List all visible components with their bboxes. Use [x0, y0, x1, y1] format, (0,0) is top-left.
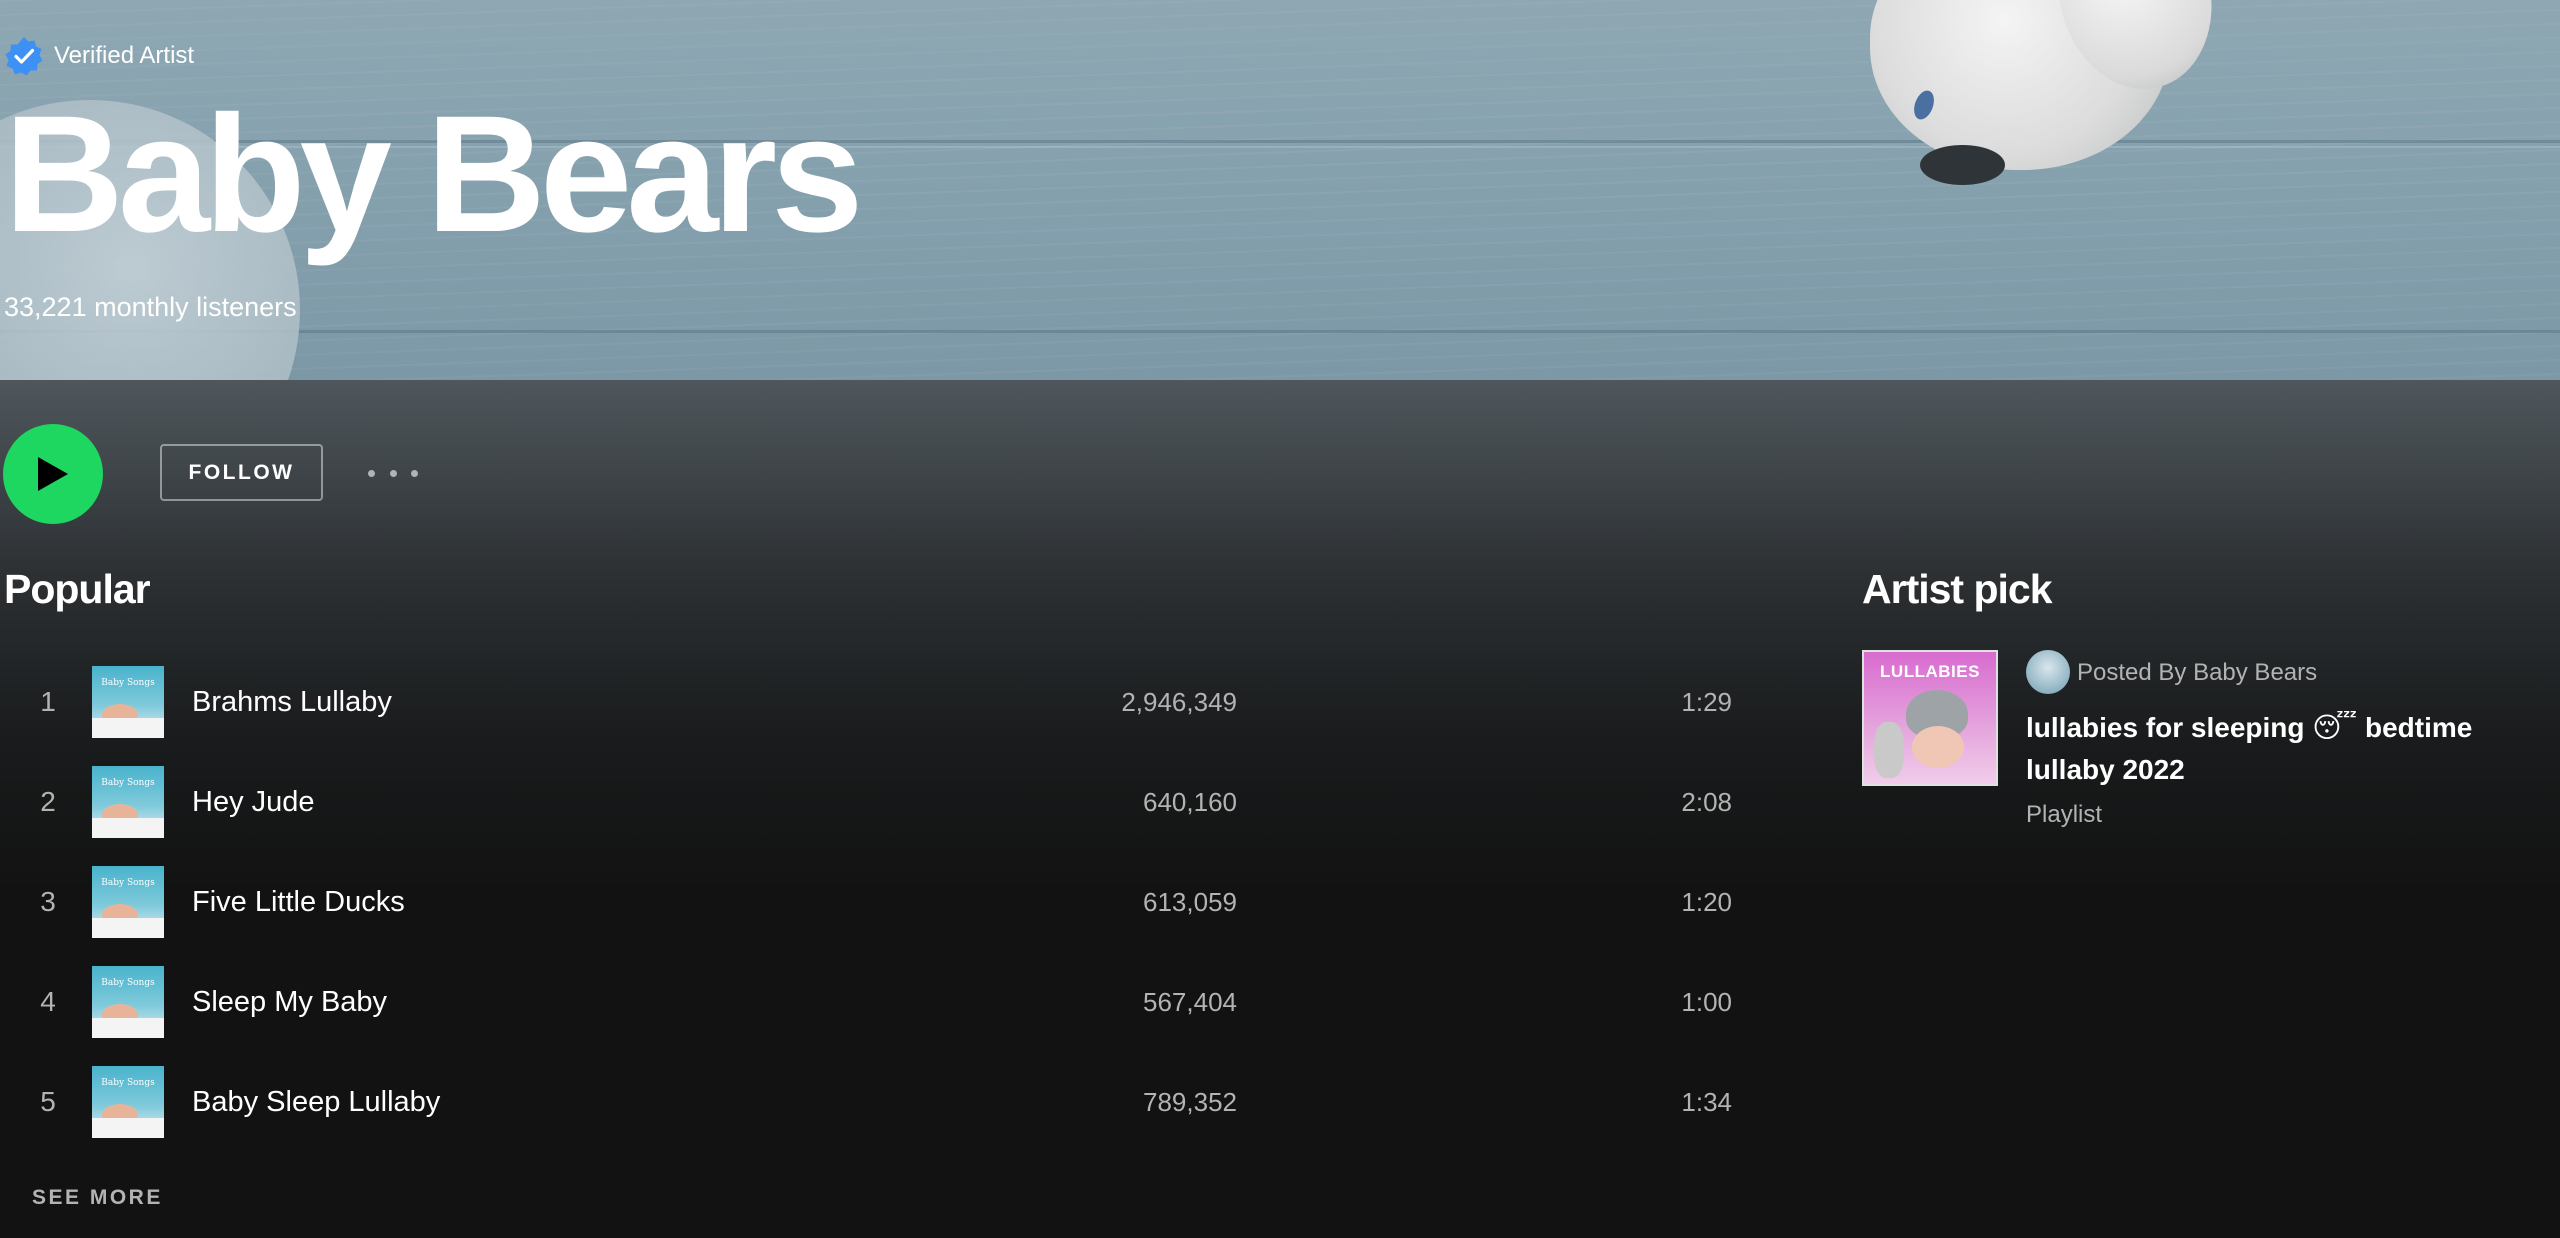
- track-row[interactable]: 5 Baby Songs Baby Sleep Lullaby 789,352 …: [0, 1052, 1760, 1152]
- cover-face: [1912, 726, 1964, 768]
- cover-text: Baby Songs: [101, 1078, 155, 1088]
- track-play-count: 640,160: [1143, 786, 1237, 817]
- track-number: 1: [40, 686, 56, 717]
- track-duration: 1:20: [1681, 886, 1732, 917]
- more-options-icon[interactable]: [368, 462, 418, 484]
- cover-text: Baby Songs: [101, 878, 155, 888]
- avatar: [2026, 650, 2070, 694]
- track-cover-art: Baby Songs: [92, 666, 164, 738]
- popular-heading: Popular: [4, 566, 151, 612]
- track-row[interactable]: 1 Baby Songs Brahms Lullaby 2,946,349 1:…: [0, 652, 1760, 752]
- cover-pillow: [92, 718, 164, 738]
- cover-text: LULLABIES: [1880, 662, 1980, 681]
- cover-pillow: [92, 918, 164, 938]
- track-play-count: 2,946,349: [1121, 686, 1237, 717]
- cover-text: Baby Songs: [101, 678, 155, 688]
- artist-pick-posted-by: Posted By Baby Bears: [2077, 659, 2318, 686]
- track-title[interactable]: Hey Jude: [192, 786, 315, 819]
- track-title[interactable]: Brahms Lullaby: [192, 686, 392, 719]
- cover-pillow: [92, 1118, 164, 1138]
- artist-header-banner: Verified Artist Baby Bears 33,221 monthl…: [0, 0, 2560, 380]
- track-number: 3: [40, 886, 56, 917]
- popular-track-list: 1 Baby Songs Brahms Lullaby 2,946,349 1:…: [0, 652, 1760, 1152]
- play-button[interactable]: [3, 424, 103, 524]
- cover-text: Baby Songs: [101, 778, 155, 788]
- monthly-listeners: 33,221 monthly listeners: [4, 292, 297, 322]
- track-title[interactable]: Five Little Ducks: [192, 886, 405, 919]
- cover-pillow: [92, 1018, 164, 1038]
- track-row[interactable]: 3 Baby Songs Five Little Ducks 613,059 1…: [0, 852, 1760, 952]
- artist-pick-cover[interactable]: LULLABIES: [1862, 650, 1998, 786]
- verified-badge-icon: [5, 37, 43, 76]
- track-cover-art: Baby Songs: [92, 766, 164, 838]
- cover-text: Baby Songs: [101, 978, 155, 988]
- track-play-count: 789,352: [1143, 1086, 1237, 1117]
- track-title[interactable]: Baby Sleep Lullaby: [192, 1086, 440, 1119]
- bear-nose: [1920, 145, 2005, 185]
- track-number: 2: [40, 786, 56, 817]
- track-number: 4: [40, 986, 56, 1017]
- track-duration: 1:00: [1681, 986, 1732, 1017]
- verified-artist-label: Verified Artist: [54, 42, 195, 69]
- artist-name: Baby Bears: [4, 82, 863, 267]
- track-title[interactable]: Sleep My Baby: [192, 986, 387, 1019]
- banner-plank-line: [0, 330, 2560, 333]
- track-play-count: 613,059: [1143, 886, 1237, 917]
- track-cover-art: Baby Songs: [92, 1066, 164, 1138]
- banner-teddy-bear-image: [1840, 0, 2300, 220]
- track-cover-art: Baby Songs: [92, 866, 164, 938]
- artist-page: Verified Artist Baby Bears 33,221 monthl…: [0, 0, 2560, 1238]
- track-row[interactable]: 2 Baby Songs Hey Jude 640,160 2:08: [0, 752, 1760, 852]
- follow-button[interactable]: FOLLOW: [160, 444, 323, 501]
- track-duration: 2:08: [1681, 786, 1732, 817]
- cover-bunny: [1874, 722, 1904, 778]
- track-row[interactable]: 4 Baby Songs Sleep My Baby 567,404 1:00: [0, 952, 1760, 1052]
- track-duration: 1:34: [1681, 1086, 1732, 1117]
- more-dot: [368, 469, 375, 477]
- verified-artist-row: Verified Artist: [4, 36, 194, 76]
- more-dot: [389, 469, 397, 477]
- artist-pick-type: Playlist: [2026, 801, 2103, 828]
- track-cover-art: Baby Songs: [92, 966, 164, 1038]
- track-play-count: 567,404: [1143, 986, 1237, 1017]
- cover-pillow: [92, 818, 164, 838]
- see-more-button[interactable]: SEE MORE: [32, 1186, 163, 1210]
- more-dot: [411, 469, 418, 477]
- play-icon: [38, 457, 68, 491]
- artist-pick-heading: Artist pick: [1862, 566, 2052, 612]
- artist-pick-playlist-title[interactable]: lullabies for sleeping 😴 bedtime lullaby…: [2026, 707, 2560, 791]
- track-duration: 1:29: [1681, 686, 1732, 717]
- track-number: 5: [40, 1086, 56, 1117]
